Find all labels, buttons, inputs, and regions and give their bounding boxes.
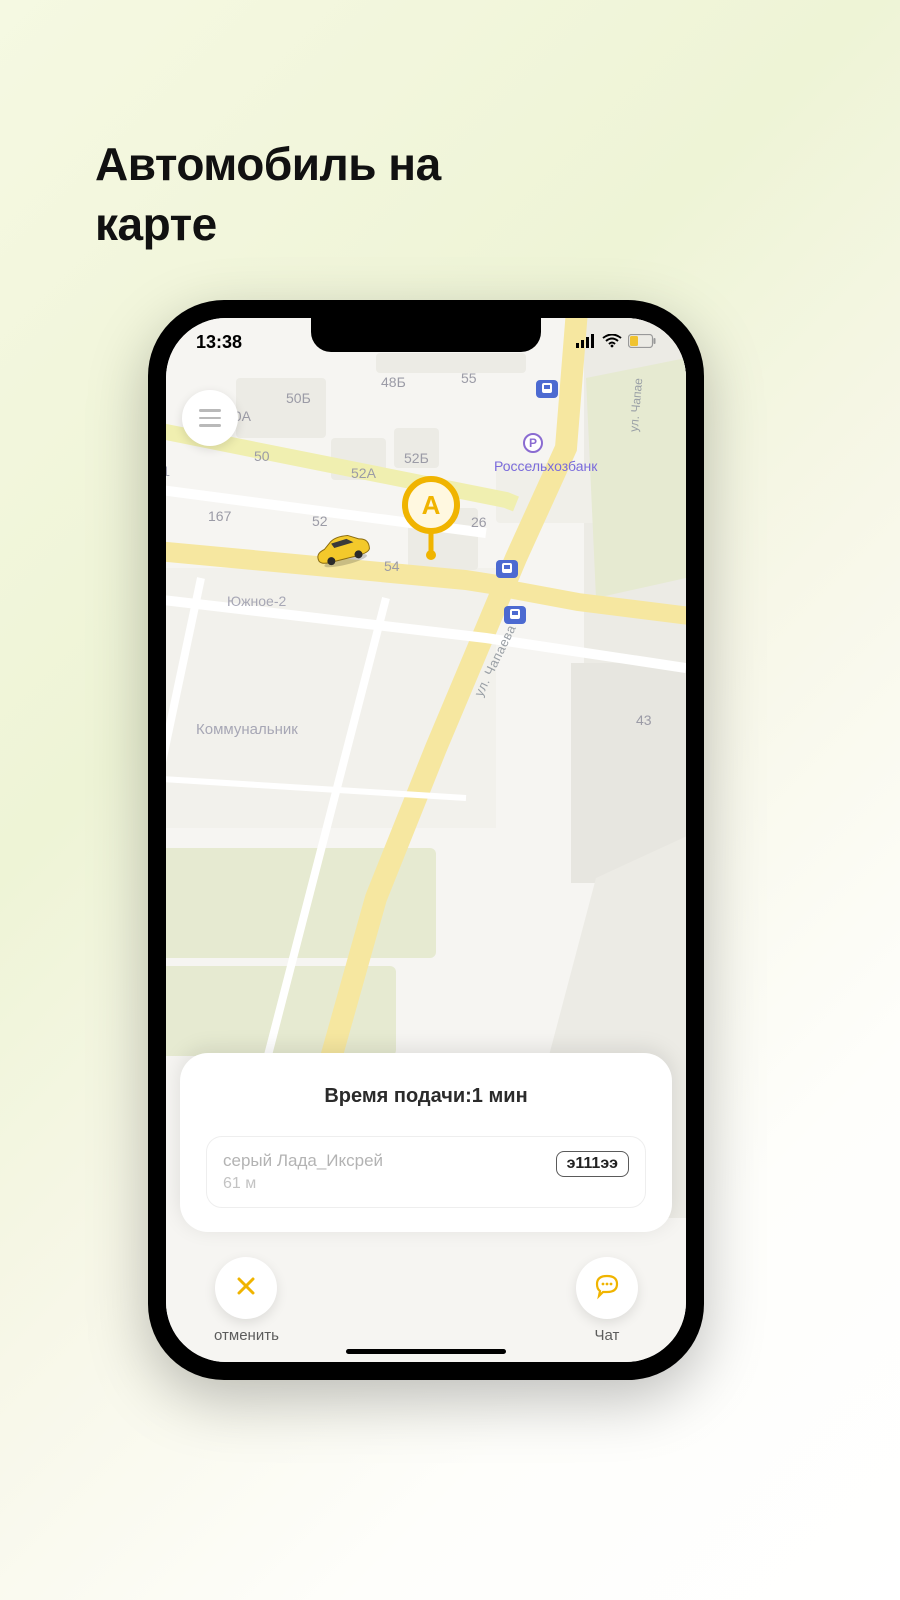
headline-line2: карте	[95, 198, 217, 250]
trip-card: Время подачи:1 мин серый Лада_Иксрей 61 …	[180, 1053, 672, 1232]
house-number: 167	[208, 508, 231, 524]
menu-button[interactable]	[182, 390, 238, 446]
notch	[311, 318, 541, 352]
cancel-button[interactable]: отменить	[214, 1257, 279, 1344]
house-number: 52	[312, 513, 328, 529]
license-plate: э111ээ	[556, 1151, 629, 1177]
area-label: Коммунальник	[196, 721, 298, 738]
home-indicator	[346, 1349, 506, 1354]
house-number: 26	[471, 514, 487, 530]
area-label: Южное-2	[227, 593, 286, 609]
bus-stop-icon	[536, 380, 558, 398]
chat-icon	[593, 1272, 621, 1305]
poi-label: Россельхозбанк	[494, 458, 597, 474]
chat-button[interactable]: Чат	[576, 1257, 638, 1344]
car-name: серый Лада_Иксрей	[223, 1151, 383, 1171]
bus-stop-icon	[504, 606, 526, 624]
car-info-row[interactable]: серый Лада_Иксрей 61 м э111ээ	[206, 1136, 646, 1208]
battery-icon	[628, 332, 656, 353]
close-icon	[234, 1274, 258, 1303]
pickup-marker: A	[402, 476, 460, 554]
bottom-actions: отменить Чат	[166, 1257, 686, 1344]
chat-label: Чат	[595, 1327, 620, 1344]
house-number: 43	[636, 712, 652, 728]
car-distance: 61 м	[223, 1175, 383, 1193]
house-number: 54	[384, 558, 400, 574]
parking-icon: P	[523, 433, 543, 453]
pickup-letter: A	[422, 490, 441, 521]
phone-mockup: 13:38	[148, 300, 704, 1380]
house-number: 48Б	[381, 374, 406, 390]
house-number: 50Б	[286, 390, 311, 406]
area-label: ое-1	[166, 463, 170, 479]
promo-headline: Автомобиль на карте	[95, 135, 441, 255]
house-number: 52А	[351, 465, 376, 481]
cancel-label: отменить	[214, 1327, 279, 1344]
eta-text: Время подачи:1 мин	[206, 1085, 646, 1108]
statusbar-time: 13:38	[196, 332, 242, 353]
house-number: 55	[461, 370, 477, 386]
house-number: 52Б	[404, 450, 429, 466]
house-number: 50	[254, 448, 270, 464]
headline-line1: Автомобиль на	[95, 138, 441, 190]
phone-screen: 13:38	[166, 318, 686, 1362]
wifi-icon	[602, 332, 622, 353]
bus-stop-icon	[496, 560, 518, 578]
cellular-icon	[576, 332, 596, 353]
